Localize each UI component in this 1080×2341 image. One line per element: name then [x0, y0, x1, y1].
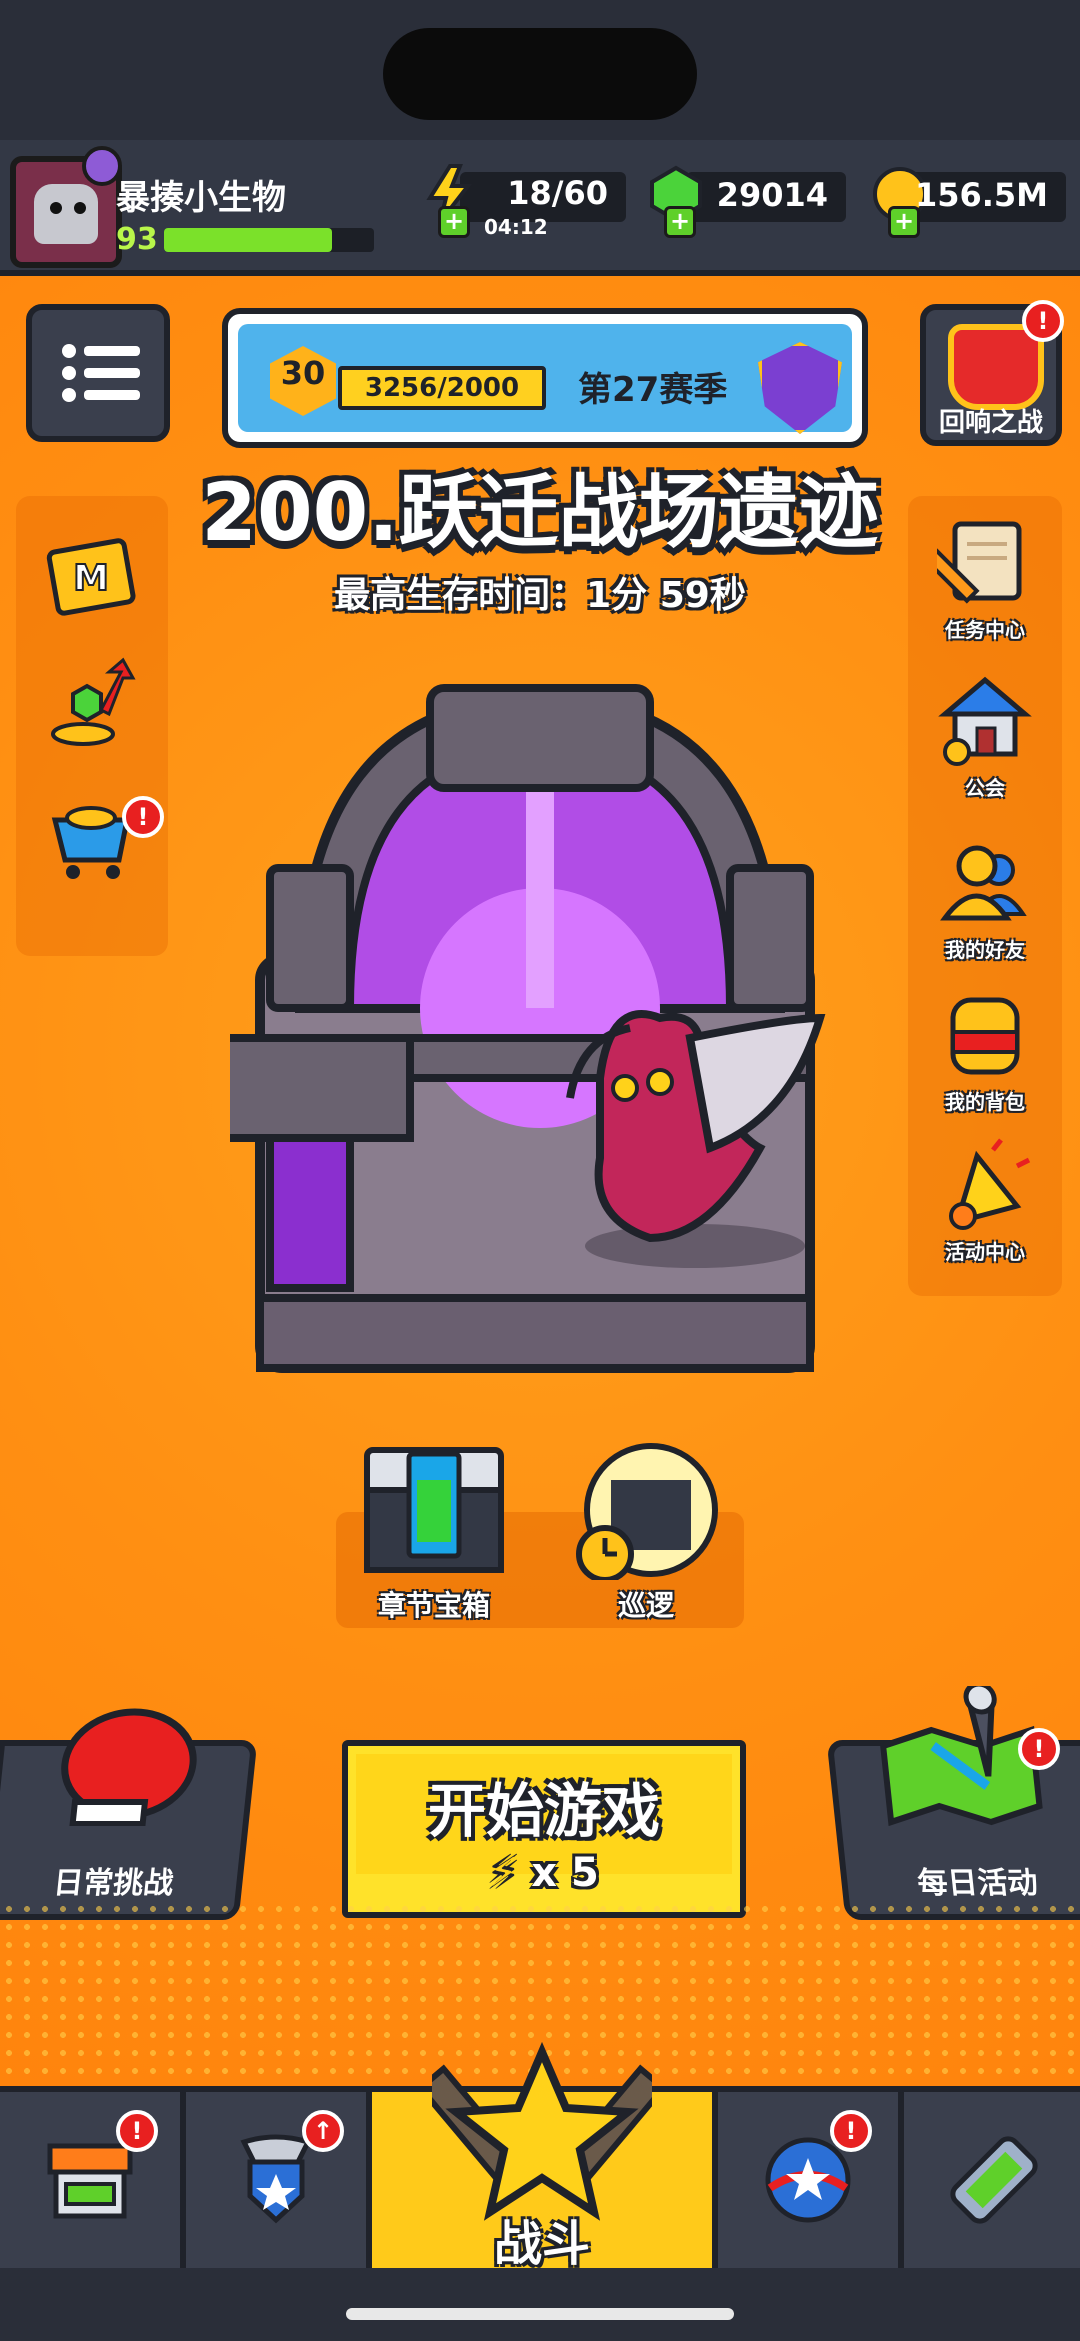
- menu-line-icon: [84, 368, 140, 378]
- season-progress: 3256/2000: [338, 366, 546, 410]
- daily-event-alert-icon: !: [1018, 1728, 1060, 1770]
- dna-capsule-icon: [950, 2136, 1038, 2224]
- task-center-label: 任务中心: [945, 618, 1025, 642]
- shop-alert-icon: !: [116, 2110, 158, 2152]
- menu-line-icon: [84, 390, 140, 400]
- guild-label: 公会: [965, 776, 1005, 800]
- avatar-eye-icon: [74, 202, 86, 214]
- growth-gems-coins-icon: [51, 657, 136, 746]
- echo-battle-alert-icon: !: [1022, 300, 1064, 342]
- start-game-button[interactable]: 开始游戏 ⚡ x 5: [342, 1740, 746, 1918]
- daily-challenge-label: 日常挑战: [51, 1866, 176, 1901]
- gem-plus-button[interactable]: +: [664, 206, 696, 238]
- echo-battle-label: 回响之战: [938, 408, 1043, 438]
- backpack-label: 我的背包: [945, 1090, 1025, 1114]
- player-name: 暴揍小生物: [116, 178, 286, 218]
- menu-line-icon: [84, 346, 140, 356]
- party-popper-icon: [949, 1138, 1031, 1230]
- season-panel-inner: 30 3256/2000 第27赛季: [238, 324, 852, 434]
- svg-text:M: M: [73, 558, 109, 599]
- task-center-button[interactable]: 任务中心: [908, 514, 1062, 643]
- guild-button[interactable]: 公会: [908, 672, 1062, 801]
- home-indicator[interactable]: [346, 2308, 734, 2320]
- stage-portal-illustration[interactable]: [230, 678, 850, 1378]
- coin-counter[interactable]: 156.5M: [873, 167, 1066, 222]
- home-indicator-area: [0, 2268, 1080, 2341]
- patrol-label: 巡逻: [617, 1589, 674, 1622]
- season-label: 第27赛季: [578, 370, 728, 410]
- chapter-chest-button[interactable]: 章节宝箱: [354, 1440, 514, 1624]
- backpack-icon: [950, 997, 1020, 1075]
- friends-button[interactable]: 我的好友: [908, 834, 1062, 963]
- chapter-chest-label: 章节宝箱: [377, 1589, 490, 1622]
- tab-talent[interactable]: [718, 2092, 904, 2268]
- m-card-icon: M: [46, 538, 136, 616]
- season-shield-icon: [758, 342, 842, 434]
- patrol-button[interactable]: 巡逻: [566, 1440, 726, 1624]
- start-game-cost-value: x 5: [531, 1850, 599, 1896]
- coin-value: 156.5M: [914, 176, 1048, 214]
- bottom-tab-bar: ! ↑ 战斗 !: [0, 2041, 1080, 2272]
- energy-timer: 04:12: [484, 215, 548, 239]
- backpack-button[interactable]: 我的背包: [908, 986, 1062, 1115]
- tab-gene[interactable]: [904, 2092, 1080, 2268]
- avatar-eye-icon: [50, 202, 62, 214]
- game-screen: 暴揍小生物 93 18/60 + 04:12 29014 + 156.5M +: [0, 0, 1080, 2341]
- season-rank: 30: [280, 354, 326, 392]
- tab-battle-label: 战斗: [493, 2216, 590, 2272]
- avatar-face: [34, 184, 98, 244]
- tab-battle[interactable]: 战斗: [372, 2041, 718, 2272]
- menu-dot-icon: [62, 344, 76, 358]
- lightning-icon: ⚡: [489, 1850, 518, 1896]
- start-game-cost: ⚡ x 5: [348, 1850, 740, 1896]
- equipment-upgrade-icon: ↑: [302, 2110, 344, 2152]
- friends-icon: [940, 845, 1027, 921]
- xp-bar: [164, 228, 374, 252]
- menu-button[interactable]: [26, 304, 170, 442]
- energy-plus-button[interactable]: +: [438, 206, 470, 238]
- talent-alert-icon: !: [830, 2110, 872, 2152]
- xp-bar-fill: [164, 228, 332, 252]
- event-center-button[interactable]: 活动中心: [908, 1136, 1062, 1265]
- chest-icon: [364, 1447, 504, 1573]
- battle-star-icon: [432, 2041, 652, 2221]
- m-card-button[interactable]: M: [14, 528, 168, 628]
- daily-challenge-button[interactable]: 日常挑战: [0, 1708, 258, 1920]
- daily-event-label: 每日活动: [915, 1866, 1040, 1901]
- energy-value: 18/60: [507, 174, 608, 212]
- shop-cart-alert-icon: !: [122, 796, 164, 838]
- menu-dot-icon: [62, 366, 76, 380]
- coin-plus-button[interactable]: +: [888, 206, 920, 238]
- gem-value: 29014: [716, 176, 828, 214]
- patrol-clock-icon: [576, 1443, 718, 1583]
- tab-equipment[interactable]: [186, 2092, 372, 2268]
- friends-label: 我的好友: [945, 938, 1025, 962]
- gem-counter[interactable]: 29014: [650, 165, 846, 223]
- menu-dot-icon: [62, 388, 76, 402]
- event-center-label: 活动中心: [945, 1240, 1025, 1264]
- growth-fund-button[interactable]: [14, 656, 168, 756]
- start-game-label: 开始游戏: [427, 1777, 660, 1845]
- tab-shop[interactable]: [0, 2092, 186, 2268]
- guild-house-icon: [938, 676, 1032, 766]
- season-panel[interactable]: 30 3256/2000 第27赛季: [222, 308, 868, 448]
- boxing-glove-icon: [61, 1708, 197, 1826]
- scroll-pencil-icon: [924, 521, 1022, 604]
- player-level: 93: [116, 222, 158, 257]
- dynamic-island: [383, 28, 697, 120]
